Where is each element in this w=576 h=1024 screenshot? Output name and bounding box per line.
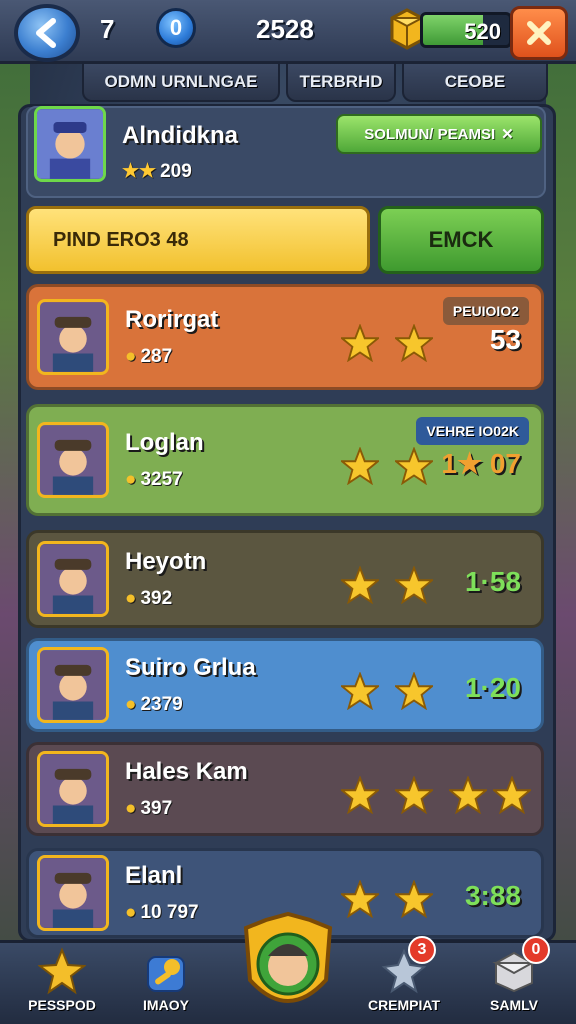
table-row[interactable]: Heyotn ● 392 1·58 bbox=[26, 530, 544, 628]
row-score: 1★ 07 bbox=[441, 448, 521, 479]
row-stat: ● 392 bbox=[125, 588, 172, 610]
row-name: Suiro Grlua bbox=[125, 654, 256, 681]
avatar[interactable] bbox=[37, 647, 109, 723]
close-button[interactable] bbox=[510, 6, 568, 60]
avatar[interactable] bbox=[37, 299, 109, 375]
close-small-icon: ✕ bbox=[501, 126, 514, 143]
row-name: Elanl bbox=[125, 862, 183, 889]
tab-leaderboard[interactable]: TERBRHD bbox=[286, 62, 396, 102]
row-stat: ● 3257 bbox=[125, 469, 183, 491]
nav-item-imaoy[interactable]: IMAOY bbox=[118, 943, 214, 1024]
star-icon bbox=[339, 323, 381, 363]
row-stat-value: 10 797 bbox=[140, 902, 199, 923]
row-stat-value: 287 bbox=[140, 346, 173, 367]
star-icon bbox=[339, 879, 381, 919]
row-name: Rorirgat bbox=[125, 306, 219, 333]
star-icon bbox=[339, 446, 381, 486]
player-action-button[interactable]: SOLMUN/ PEAMSI ✕ bbox=[336, 114, 542, 154]
star-icon bbox=[339, 565, 381, 605]
star-icon bbox=[393, 671, 435, 711]
table-row[interactable]: Rorirgat ● 287 PEUIOIO2 53 bbox=[26, 284, 544, 390]
star-icon bbox=[339, 775, 381, 815]
star-icon bbox=[393, 565, 435, 605]
player-name: Alndidkna bbox=[122, 122, 239, 149]
currency-icon: ● bbox=[125, 469, 137, 490]
tab-code[interactable]: CEOBE bbox=[402, 62, 548, 102]
nav-item-crempiat[interactable]: CREMPIAT bbox=[356, 943, 452, 1024]
row-name: Hales Kam bbox=[125, 758, 248, 785]
player-action-label: SOLMUN/ PEAMSI bbox=[364, 125, 496, 143]
top-bar: 7 0 2528 520 bbox=[0, 0, 576, 64]
avatar[interactable] bbox=[37, 422, 109, 498]
player-level: 7 bbox=[100, 14, 115, 44]
star-icon bbox=[339, 671, 381, 711]
star-icon bbox=[491, 775, 533, 815]
star-icon: ★★ bbox=[122, 161, 157, 182]
notification-badge: 3 bbox=[408, 936, 436, 964]
player-stat-value: 209 bbox=[160, 160, 192, 182]
nav-label: SAMLV bbox=[490, 997, 538, 1013]
row-badge: VEHRE IO02K bbox=[416, 417, 529, 445]
currency-icon: ● bbox=[125, 588, 137, 609]
star-icon bbox=[393, 879, 435, 919]
notification-badge: 0 bbox=[522, 936, 550, 964]
row-score: 1·58 bbox=[464, 566, 521, 597]
tab-ranking[interactable]: ODMN URNLNGAE bbox=[82, 62, 280, 102]
avatar[interactable] bbox=[37, 541, 109, 617]
close-icon bbox=[527, 21, 551, 45]
magic-staff-icon bbox=[147, 956, 185, 992]
nav-label: CREMPIAT bbox=[367, 997, 441, 1013]
row-stat-value: 3257 bbox=[140, 469, 183, 490]
row-score: 1·20 bbox=[464, 672, 521, 703]
coins-badge[interactable]: 0 bbox=[156, 8, 196, 48]
search-button[interactable]: PIND ERO3 48 bbox=[26, 206, 370, 274]
star-icon bbox=[38, 947, 86, 995]
star-icon bbox=[393, 775, 435, 815]
gold-value: 520 bbox=[464, 19, 501, 44]
tab-bar: ODMN URNLNGAE TERBRHD CEOBE bbox=[82, 62, 552, 104]
gold-bar: 520 bbox=[420, 12, 512, 48]
nav-item-pesspod[interactable]: PESSPOD bbox=[14, 943, 110, 1024]
row-stat: ● 287 bbox=[125, 346, 172, 368]
avatar[interactable] bbox=[37, 855, 109, 931]
score-counter: 2528 bbox=[256, 14, 314, 44]
currency-icon: ● bbox=[125, 346, 137, 367]
row-badge: PEUIOIO2 bbox=[442, 297, 529, 325]
player-stat: ★★ 209 bbox=[122, 160, 192, 183]
row-stat-value: 397 bbox=[140, 798, 173, 819]
back-button[interactable] bbox=[14, 4, 80, 62]
row-stat-value: 392 bbox=[140, 588, 173, 609]
table-row[interactable]: Loglan ● 3257 VEHRE IO02K 1★ 07 bbox=[26, 404, 544, 516]
table-row[interactable]: Hales Kam ● 397 bbox=[26, 742, 544, 836]
row-stat-value: 2379 bbox=[140, 694, 183, 715]
row-stat: ● 397 bbox=[125, 798, 172, 820]
row-stat: ● 10 797 bbox=[125, 902, 199, 924]
arrow-left-icon bbox=[36, 18, 56, 48]
currency-icon: ● bbox=[125, 902, 137, 923]
star-icon bbox=[393, 323, 435, 363]
row-score: 53 bbox=[489, 324, 521, 355]
star-icon bbox=[393, 446, 435, 486]
row-score: 3:88 bbox=[464, 880, 521, 911]
star-icon bbox=[447, 775, 489, 815]
nav-label: IMAOY bbox=[143, 997, 189, 1013]
currency-icon: ● bbox=[125, 694, 137, 715]
table-row[interactable]: Suiro Grlua ● 2379 1·20 bbox=[26, 638, 544, 732]
hero-shield-icon bbox=[243, 911, 333, 1003]
nav-label: PESSPOD bbox=[28, 997, 96, 1013]
currency-icon: ● bbox=[125, 798, 137, 819]
row-name: Loglan bbox=[125, 429, 204, 456]
row-name: Heyotn bbox=[125, 548, 207, 575]
player-avatar[interactable] bbox=[34, 106, 106, 182]
home-button[interactable] bbox=[236, 910, 340, 1024]
row-stat: ● 2379 bbox=[125, 694, 183, 716]
emok-button[interactable]: EMCK bbox=[378, 206, 544, 274]
avatar[interactable] bbox=[37, 751, 109, 827]
